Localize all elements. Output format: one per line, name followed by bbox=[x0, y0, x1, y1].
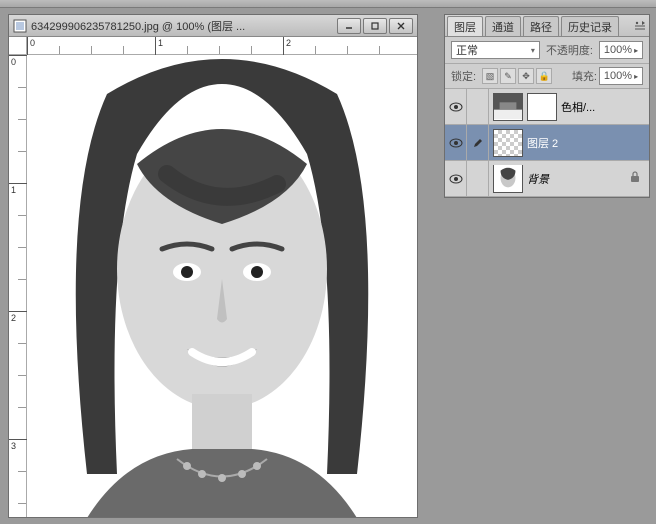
fill-input[interactable]: 100%▸ bbox=[599, 67, 643, 85]
chevron-down-icon: ▾ bbox=[531, 46, 535, 55]
opacity-input[interactable]: 100%▸ bbox=[599, 41, 643, 59]
lock-fill-row: 锁定: ▧ ✎ ✥ 🔒 填充: 100%▸ bbox=[445, 64, 649, 89]
layer-name[interactable]: 图层 2 bbox=[527, 135, 649, 151]
panel-tabs: 图层 通道 路径 历史记录 bbox=[445, 15, 649, 37]
chevron-right-icon: ▸ bbox=[634, 72, 638, 81]
document-window: 634299906235781250.jpg @ 100% (图层 ... 0 … bbox=[8, 14, 418, 518]
canvas[interactable] bbox=[27, 55, 417, 517]
ruler-h-label: 2 bbox=[286, 38, 291, 48]
lock-paint-icon[interactable]: ✎ bbox=[500, 68, 516, 84]
ruler-horizontal[interactable]: 0 1 2 bbox=[27, 37, 417, 55]
ruler-v-label: 3 bbox=[11, 441, 16, 451]
lock-position-icon[interactable]: ✥ bbox=[518, 68, 534, 84]
lock-all-icon[interactable]: 🔒 bbox=[536, 68, 552, 84]
app-top-bar bbox=[0, 0, 656, 8]
tab-history[interactable]: 历史记录 bbox=[561, 16, 619, 36]
ruler-v-label: 1 bbox=[11, 185, 16, 195]
document-client: 0 1 2 0 1 2 3 bbox=[9, 37, 417, 517]
link-column[interactable] bbox=[467, 89, 489, 124]
visibility-toggle[interactable] bbox=[445, 161, 467, 196]
maximize-button[interactable] bbox=[363, 18, 387, 34]
lock-label: 锁定: bbox=[451, 68, 476, 84]
document-titlebar[interactable]: 634299906235781250.jpg @ 100% (图层 ... bbox=[9, 15, 417, 37]
layers-panel: 图层 通道 路径 历史记录 正常 ▾ 不透明度: 100%▸ 锁定: ▧ ✎ ✥… bbox=[444, 14, 650, 198]
link-column[interactable] bbox=[467, 161, 489, 196]
layer-row-layer2[interactable]: 图层 2 bbox=[445, 125, 649, 161]
edit-indicator[interactable] bbox=[467, 125, 489, 160]
ruler-h-label: 1 bbox=[158, 38, 163, 48]
tab-label: 图层 bbox=[454, 19, 476, 35]
lock-icon bbox=[629, 170, 643, 188]
fill-label: 填充: bbox=[572, 68, 597, 84]
layer-thumbnail[interactable] bbox=[493, 165, 523, 193]
tab-label: 通道 bbox=[492, 19, 514, 35]
layer-row-adjustment[interactable]: 色相/... bbox=[445, 89, 649, 125]
tab-layers[interactable]: 图层 bbox=[447, 16, 483, 36]
opacity-value: 100% bbox=[604, 44, 632, 56]
lock-transparency-icon[interactable]: ▧ bbox=[482, 68, 498, 84]
blend-mode-value: 正常 bbox=[456, 42, 478, 58]
layer-mask-thumbnail[interactable] bbox=[527, 93, 557, 121]
blend-opacity-row: 正常 ▾ 不透明度: 100%▸ bbox=[445, 37, 649, 64]
layers-list: 色相/... 图层 2 背景 bbox=[445, 89, 649, 197]
fill-value: 100% bbox=[604, 70, 632, 82]
opacity-label: 不透明度: bbox=[546, 42, 593, 58]
tab-paths[interactable]: 路径 bbox=[523, 16, 559, 36]
tab-label: 路径 bbox=[530, 19, 552, 35]
ruler-v-label: 2 bbox=[11, 313, 16, 323]
ruler-corner[interactable] bbox=[9, 37, 27, 55]
layer-thumbnail[interactable] bbox=[493, 93, 523, 121]
portrait-image bbox=[27, 55, 417, 517]
window-buttons bbox=[337, 18, 413, 34]
blend-mode-select[interactable]: 正常 ▾ bbox=[451, 41, 540, 59]
tab-channels[interactable]: 通道 bbox=[485, 16, 521, 36]
ruler-h-label: 0 bbox=[30, 38, 35, 48]
visibility-toggle[interactable] bbox=[445, 125, 467, 160]
layer-row-background[interactable]: 背景 bbox=[445, 161, 649, 197]
panel-menu-icon[interactable] bbox=[633, 19, 647, 33]
layer-name[interactable]: 色相/... bbox=[561, 99, 649, 115]
tab-label: 历史记录 bbox=[568, 19, 612, 35]
document-title: 634299906235781250.jpg @ 100% (图层 ... bbox=[31, 18, 333, 34]
ruler-vertical[interactable]: 0 1 2 3 bbox=[9, 55, 27, 517]
close-button[interactable] bbox=[389, 18, 413, 34]
layer-thumbnail[interactable] bbox=[493, 129, 523, 157]
document-file-icon bbox=[13, 19, 27, 33]
ruler-v-label: 0 bbox=[11, 57, 16, 67]
visibility-toggle[interactable] bbox=[445, 89, 467, 124]
minimize-button[interactable] bbox=[337, 18, 361, 34]
chevron-right-icon: ▸ bbox=[634, 46, 638, 55]
layer-name[interactable]: 背景 bbox=[527, 171, 629, 187]
